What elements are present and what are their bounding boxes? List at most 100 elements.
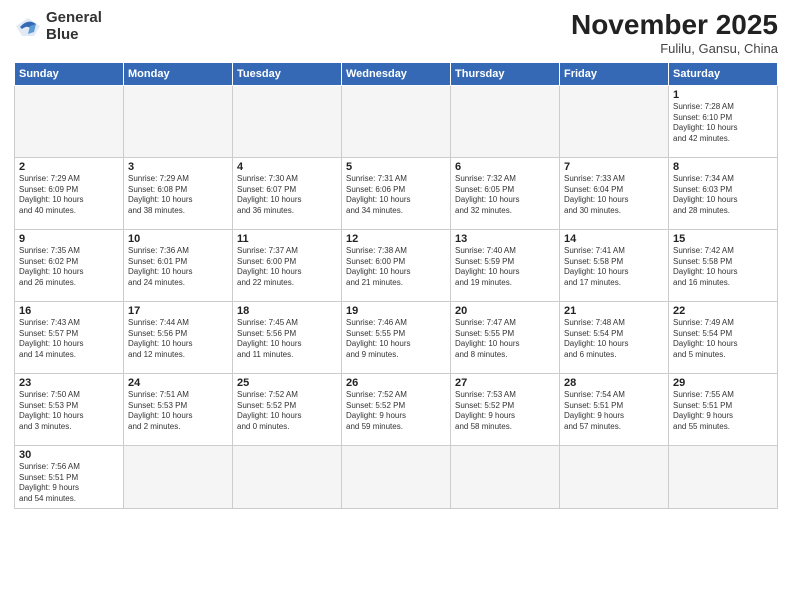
day-info: Sunrise: 7:54 AM Sunset: 5:51 PM Dayligh…: [564, 390, 664, 433]
calendar-day-header: Friday: [560, 62, 669, 85]
calendar-day-cell: 17Sunrise: 7:44 AM Sunset: 5:56 PM Dayli…: [124, 301, 233, 373]
day-number: 1: [673, 89, 773, 101]
day-number: 12: [346, 233, 446, 245]
day-info: Sunrise: 7:40 AM Sunset: 5:59 PM Dayligh…: [455, 246, 555, 289]
day-number: 10: [128, 233, 228, 245]
calendar-day-cell: 14Sunrise: 7:41 AM Sunset: 5:58 PM Dayli…: [560, 229, 669, 301]
day-number: 6: [455, 161, 555, 173]
calendar-day-header: Wednesday: [342, 62, 451, 85]
day-info: Sunrise: 7:44 AM Sunset: 5:56 PM Dayligh…: [128, 318, 228, 361]
calendar-day-cell: 30Sunrise: 7:56 AM Sunset: 5:51 PM Dayli…: [15, 445, 124, 508]
day-number: 18: [237, 305, 337, 317]
calendar-day-cell: 10Sunrise: 7:36 AM Sunset: 6:01 PM Dayli…: [124, 229, 233, 301]
calendar-day-cell: [124, 85, 233, 157]
calendar-day-cell: 9Sunrise: 7:35 AM Sunset: 6:02 PM Daylig…: [15, 229, 124, 301]
day-number: 25: [237, 377, 337, 389]
logo: General Blue: [14, 10, 102, 43]
day-number: 13: [455, 233, 555, 245]
calendar-day-cell: 23Sunrise: 7:50 AM Sunset: 5:53 PM Dayli…: [15, 373, 124, 445]
day-number: 22: [673, 305, 773, 317]
logo-general: General: [46, 9, 102, 26]
day-info: Sunrise: 7:49 AM Sunset: 5:54 PM Dayligh…: [673, 318, 773, 361]
calendar-week-row: 16Sunrise: 7:43 AM Sunset: 5:57 PM Dayli…: [15, 301, 778, 373]
day-info: Sunrise: 7:37 AM Sunset: 6:00 PM Dayligh…: [237, 246, 337, 289]
calendar-day-cell: 6Sunrise: 7:32 AM Sunset: 6:05 PM Daylig…: [451, 157, 560, 229]
day-info: Sunrise: 7:50 AM Sunset: 5:53 PM Dayligh…: [19, 390, 119, 433]
day-info: Sunrise: 7:41 AM Sunset: 5:58 PM Dayligh…: [564, 246, 664, 289]
calendar-day-cell: 15Sunrise: 7:42 AM Sunset: 5:58 PM Dayli…: [669, 229, 778, 301]
calendar-day-cell: [342, 85, 451, 157]
day-number: 28: [564, 377, 664, 389]
day-number: 5: [346, 161, 446, 173]
calendar-day-cell: 28Sunrise: 7:54 AM Sunset: 5:51 PM Dayli…: [560, 373, 669, 445]
day-number: 15: [673, 233, 773, 245]
calendar-day-cell: 11Sunrise: 7:37 AM Sunset: 6:00 PM Dayli…: [233, 229, 342, 301]
day-info: Sunrise: 7:31 AM Sunset: 6:06 PM Dayligh…: [346, 174, 446, 217]
calendar-day-cell: [233, 85, 342, 157]
day-number: 4: [237, 161, 337, 173]
calendar-day-cell: 5Sunrise: 7:31 AM Sunset: 6:06 PM Daylig…: [342, 157, 451, 229]
calendar-day-cell: 4Sunrise: 7:30 AM Sunset: 6:07 PM Daylig…: [233, 157, 342, 229]
calendar-day-cell: [15, 85, 124, 157]
calendar-week-row: 1Sunrise: 7:28 AM Sunset: 6:10 PM Daylig…: [15, 85, 778, 157]
day-info: Sunrise: 7:52 AM Sunset: 5:52 PM Dayligh…: [346, 390, 446, 433]
day-number: 2: [19, 161, 119, 173]
day-number: 19: [346, 305, 446, 317]
calendar-day-header: Thursday: [451, 62, 560, 85]
calendar-day-cell: [560, 445, 669, 508]
calendar-day-cell: 18Sunrise: 7:45 AM Sunset: 5:56 PM Dayli…: [233, 301, 342, 373]
day-number: 21: [564, 305, 664, 317]
calendar-day-cell: 1Sunrise: 7:28 AM Sunset: 6:10 PM Daylig…: [669, 85, 778, 157]
day-number: 23: [19, 377, 119, 389]
day-info: Sunrise: 7:42 AM Sunset: 5:58 PM Dayligh…: [673, 246, 773, 289]
day-info: Sunrise: 7:53 AM Sunset: 5:52 PM Dayligh…: [455, 390, 555, 433]
day-info: Sunrise: 7:35 AM Sunset: 6:02 PM Dayligh…: [19, 246, 119, 289]
calendar-week-row: 30Sunrise: 7:56 AM Sunset: 5:51 PM Dayli…: [15, 445, 778, 508]
title-block: November 2025 Fulilu, Gansu, China: [571, 10, 778, 56]
day-info: Sunrise: 7:29 AM Sunset: 6:09 PM Dayligh…: [19, 174, 119, 217]
day-number: 3: [128, 161, 228, 173]
day-info: Sunrise: 7:52 AM Sunset: 5:52 PM Dayligh…: [237, 390, 337, 433]
calendar-day-cell: [669, 445, 778, 508]
day-info: Sunrise: 7:38 AM Sunset: 6:00 PM Dayligh…: [346, 246, 446, 289]
calendar-day-cell: [451, 445, 560, 508]
day-info: Sunrise: 7:32 AM Sunset: 6:05 PM Dayligh…: [455, 174, 555, 217]
day-info: Sunrise: 7:45 AM Sunset: 5:56 PM Dayligh…: [237, 318, 337, 361]
calendar-day-cell: 16Sunrise: 7:43 AM Sunset: 5:57 PM Dayli…: [15, 301, 124, 373]
day-info: Sunrise: 7:28 AM Sunset: 6:10 PM Dayligh…: [673, 102, 773, 145]
calendar-day-cell: 19Sunrise: 7:46 AM Sunset: 5:55 PM Dayli…: [342, 301, 451, 373]
calendar-day-cell: 25Sunrise: 7:52 AM Sunset: 5:52 PM Dayli…: [233, 373, 342, 445]
calendar-week-row: 9Sunrise: 7:35 AM Sunset: 6:02 PM Daylig…: [15, 229, 778, 301]
calendar-day-cell: 7Sunrise: 7:33 AM Sunset: 6:04 PM Daylig…: [560, 157, 669, 229]
calendar-day-cell: [124, 445, 233, 508]
location: Fulilu, Gansu, China: [571, 41, 778, 56]
day-number: 26: [346, 377, 446, 389]
day-number: 30: [19, 449, 119, 461]
day-number: 8: [673, 161, 773, 173]
header: General Blue November 2025 Fulilu, Gansu…: [14, 10, 778, 56]
day-number: 16: [19, 305, 119, 317]
calendar-day-cell: 24Sunrise: 7:51 AM Sunset: 5:53 PM Dayli…: [124, 373, 233, 445]
calendar-day-cell: 8Sunrise: 7:34 AM Sunset: 6:03 PM Daylig…: [669, 157, 778, 229]
day-info: Sunrise: 7:55 AM Sunset: 5:51 PM Dayligh…: [673, 390, 773, 433]
calendar-day-header: Tuesday: [233, 62, 342, 85]
calendar-day-cell: 21Sunrise: 7:48 AM Sunset: 5:54 PM Dayli…: [560, 301, 669, 373]
day-info: Sunrise: 7:48 AM Sunset: 5:54 PM Dayligh…: [564, 318, 664, 361]
month-title: November 2025: [571, 10, 778, 41]
day-info: Sunrise: 7:33 AM Sunset: 6:04 PM Dayligh…: [564, 174, 664, 217]
day-info: Sunrise: 7:29 AM Sunset: 6:08 PM Dayligh…: [128, 174, 228, 217]
calendar-week-row: 2Sunrise: 7:29 AM Sunset: 6:09 PM Daylig…: [15, 157, 778, 229]
day-info: Sunrise: 7:30 AM Sunset: 6:07 PM Dayligh…: [237, 174, 337, 217]
day-info: Sunrise: 7:43 AM Sunset: 5:57 PM Dayligh…: [19, 318, 119, 361]
calendar-day-cell: 2Sunrise: 7:29 AM Sunset: 6:09 PM Daylig…: [15, 157, 124, 229]
calendar-header-row: SundayMondayTuesdayWednesdayThursdayFrid…: [15, 62, 778, 85]
calendar-day-cell: [342, 445, 451, 508]
calendar-day-cell: 26Sunrise: 7:52 AM Sunset: 5:52 PM Dayli…: [342, 373, 451, 445]
day-info: Sunrise: 7:46 AM Sunset: 5:55 PM Dayligh…: [346, 318, 446, 361]
day-number: 27: [455, 377, 555, 389]
calendar-day-header: Sunday: [15, 62, 124, 85]
calendar-week-row: 23Sunrise: 7:50 AM Sunset: 5:53 PM Dayli…: [15, 373, 778, 445]
page: General Blue November 2025 Fulilu, Gansu…: [0, 0, 792, 612]
day-number: 7: [564, 161, 664, 173]
calendar-day-cell: 22Sunrise: 7:49 AM Sunset: 5:54 PM Dayli…: [669, 301, 778, 373]
